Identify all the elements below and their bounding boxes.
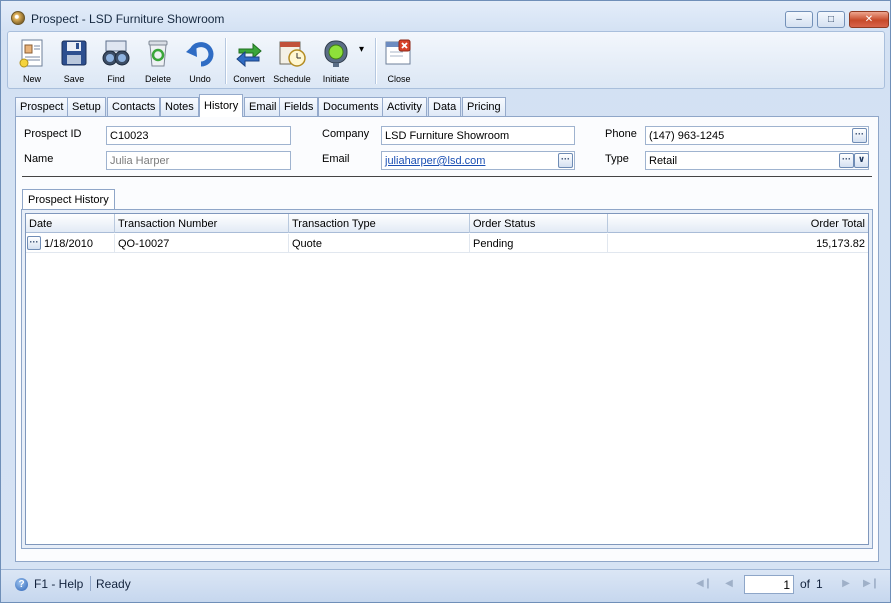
cell-order-status: Pending [470,234,608,253]
first-page-icon[interactable]: ◀❙ [696,577,712,591]
tab-data[interactable]: Data [428,97,462,117]
binoculars-icon [102,40,130,66]
cell-order-total: 15,173.82 [816,238,865,250]
window-title: Prospect - LSD Furniture Showroom [31,12,225,26]
type-label: Type [605,153,629,165]
page-number-input[interactable]: 1 [744,575,794,594]
close-label: Close [387,74,411,84]
page-of-label: of [800,577,811,591]
email-label: Email [322,153,350,165]
row-ellipsis-button[interactable]: ··· [27,236,41,250]
phone-field[interactable]: (147) 963-1245 [645,126,869,145]
type-field[interactable]: Retail [645,151,869,170]
col-date[interactable]: Date [26,214,115,233]
email-field[interactable]: juliaharper@lsd.com [381,151,575,170]
email-ellipsis-button[interactable]: ··· [558,153,573,168]
floppy-disk-icon [61,40,87,66]
col-order-total[interactable]: Order Total [608,214,868,233]
status-state: Ready [96,577,131,591]
calendar-clock-icon [279,41,306,67]
traffic-light-icon [324,40,348,67]
grid-header: Date Transaction Number Transaction Type… [26,214,868,233]
history-panel: Prospect ID C10023 Name Julia Harper Com… [15,116,879,562]
app-icon [11,11,25,25]
tab-documents[interactable]: Documents [318,97,384,117]
col-order-status[interactable]: Order Status [470,214,608,233]
initiate-label: Initiate [322,74,350,84]
close-window-button[interactable]: ✕ [849,11,889,28]
name-label: Name [24,153,54,165]
type-ellipsis-button[interactable]: ··· [839,153,854,168]
prospect-window: Prospect - LSD Furniture Showroom ‒ □ ✕ … [0,0,891,603]
tab-email[interactable]: Email [244,97,282,117]
tab-setup[interactable]: Setup [67,97,106,117]
cell-transaction-type: Quote [289,234,470,253]
prospect-history-frame: Date Transaction Number Transaction Type… [21,209,873,549]
new-document-icon [19,39,43,68]
last-page-icon[interactable]: ▶❙ [863,577,879,591]
name-field[interactable]: Julia Harper [106,151,291,170]
schedule-button[interactable]: Schedule [271,35,313,87]
recycle-bin-icon [148,40,168,67]
status-separator [90,576,91,591]
close-button[interactable]: Close [378,35,420,87]
title-bar: Prospect - LSD Furniture Showroom ‒ □ ✕ [1,1,890,31]
minimize-button[interactable]: ‒ [785,11,813,28]
close-window-icon [385,39,411,65]
previous-page-icon[interactable]: ◀ [722,577,736,591]
total-pages: 1 [816,577,823,591]
convert-button[interactable]: Convert [228,35,270,87]
tab-history[interactable]: History [199,94,244,117]
company-field[interactable]: LSD Furniture Showroom [381,126,575,145]
help-icon[interactable]: ? [15,578,28,591]
prospect-id-field[interactable]: C10023 [106,126,291,145]
initiate-dropdown-arrow[interactable]: ▾ [359,44,364,55]
phone-ellipsis-button[interactable]: ··· [852,128,867,143]
maximize-button[interactable]: □ [817,11,845,28]
tab-prospect[interactable]: Prospect [15,97,69,117]
undo-arrow-icon [186,42,214,67]
table-row[interactable]: ··· 1/18/2010 QO-10027 Quote Pending 15,… [26,234,868,253]
history-grid: Date Transaction Number Transaction Type… [25,213,869,545]
tab-activity[interactable]: Activity [382,97,427,117]
undo-label: Undo [189,74,211,84]
tab-fields[interactable]: Fields [279,97,319,117]
tab-notes[interactable]: Notes [160,97,199,117]
tab-pricing[interactable]: Pricing [462,97,506,117]
type-dropdown-button[interactable]: ∨ [854,153,869,168]
schedule-label: Schedule [273,74,311,84]
tab-prospect-history[interactable]: Prospect History [22,189,115,210]
next-page-icon[interactable]: ▶ [839,577,853,591]
company-label: Company [322,128,370,140]
col-transaction-type[interactable]: Transaction Type [289,214,470,233]
initiate-button[interactable]: Initiate [315,35,357,87]
cell-transaction-number: QO-10027 [115,234,289,253]
toolbar: New Save Find Delete Undo Convert Schedu… [7,31,885,89]
cell-date: 1/18/2010 [41,234,115,253]
form-divider [22,176,872,177]
phone-label: Phone [605,128,637,140]
help-text[interactable]: F1 - Help [34,577,83,591]
status-bar: ? F1 - Help Ready ◀❙ ◀ 1 of 1 ▶ ▶❙ [1,569,890,602]
delete-button[interactable]: Delete [137,35,179,87]
prospect-id-label: Prospect ID [24,128,82,140]
tab-contacts[interactable]: Contacts [107,97,161,117]
find-button[interactable]: Find [95,35,137,87]
undo-button[interactable]: Undo [179,35,221,87]
convert-arrows-icon [236,42,262,68]
new-button[interactable]: New [11,35,53,87]
save-button[interactable]: Save [53,35,95,87]
col-transaction-number[interactable]: Transaction Number [115,214,289,233]
